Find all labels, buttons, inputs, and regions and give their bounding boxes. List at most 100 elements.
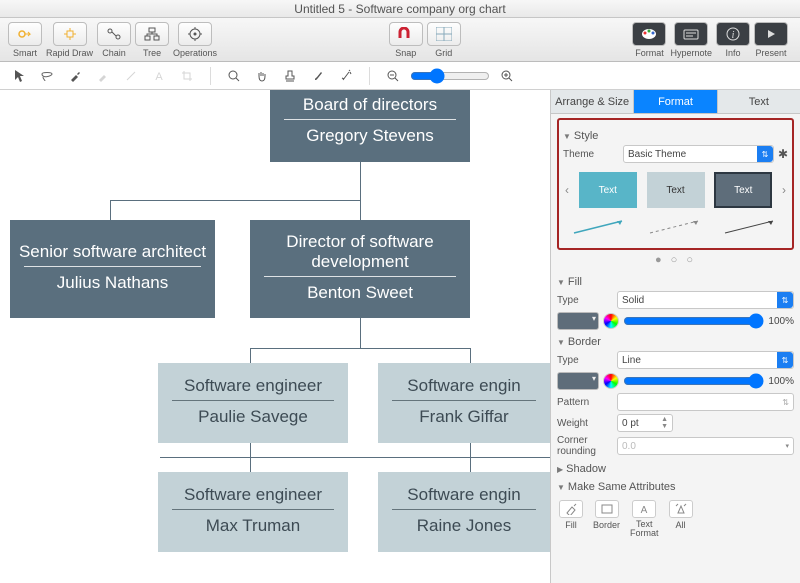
hand-tool-icon[interactable] bbox=[251, 66, 273, 86]
theme-label: Theme bbox=[563, 149, 619, 160]
connector bbox=[360, 162, 361, 200]
dropdown-caret-icon: ⇅ bbox=[777, 352, 793, 368]
stamp-tool-icon[interactable] bbox=[279, 66, 301, 86]
svg-text:A: A bbox=[641, 505, 648, 515]
text-tool-icon[interactable]: A bbox=[148, 66, 170, 86]
border-type-label: Type bbox=[557, 355, 613, 366]
node-name: Gregory Stevens bbox=[270, 120, 470, 154]
page-dots[interactable]: ● ○ ○ bbox=[557, 250, 794, 270]
node-name: Julius Nathans bbox=[10, 267, 215, 301]
wand-tool-icon[interactable] bbox=[335, 66, 357, 86]
color-wheel-icon[interactable] bbox=[603, 373, 619, 389]
style-swatch-2[interactable]: Text bbox=[647, 172, 705, 208]
org-node-engineer[interactable]: Software engineer Paulie Savege bbox=[158, 363, 348, 443]
node-name: Max Truman bbox=[158, 510, 348, 544]
tab-text[interactable]: Text bbox=[718, 90, 800, 114]
connector bbox=[110, 200, 361, 201]
operations-tool[interactable]: Operations bbox=[171, 22, 219, 58]
svg-text:i: i bbox=[732, 30, 735, 41]
border-section-header[interactable]: ▼Border bbox=[557, 336, 794, 348]
present-label: Present bbox=[755, 48, 786, 58]
tab-arrange[interactable]: Arrange & Size bbox=[551, 90, 634, 114]
lasso-tool-icon[interactable] bbox=[36, 66, 58, 86]
pattern-label: Pattern bbox=[557, 397, 613, 408]
org-node-director[interactable]: Director of software development Benton … bbox=[250, 220, 470, 318]
zoom-slider[interactable] bbox=[410, 68, 490, 84]
style-section-header[interactable]: ▼Style bbox=[563, 130, 788, 142]
format-panel-button[interactable]: Format bbox=[630, 22, 668, 58]
line-tool-icon[interactable] bbox=[120, 66, 142, 86]
chevron-right-icon[interactable]: › bbox=[782, 183, 786, 197]
arrow-style-3[interactable] bbox=[716, 216, 786, 238]
node-name: Raine Jones bbox=[378, 510, 550, 544]
org-node-board[interactable]: Board of directors Gregory Stevens bbox=[270, 90, 470, 162]
node-title: Software engin bbox=[378, 372, 550, 400]
main-toolbar: Smart Rapid Draw Chain Tree Operations S… bbox=[0, 18, 800, 62]
canvas[interactable]: Board of directors Gregory Stevens Senio… bbox=[0, 90, 550, 583]
snap-tool[interactable]: Snap bbox=[387, 22, 425, 58]
chain-tool[interactable]: Chain bbox=[95, 22, 133, 58]
node-name: Benton Sweet bbox=[250, 277, 470, 311]
disclosure-triangle-icon: ▼ bbox=[563, 132, 571, 141]
weight-stepper[interactable]: 0 pt▲▼ bbox=[617, 414, 673, 432]
msa-section-header[interactable]: ▼Make Same Attributes bbox=[557, 481, 794, 493]
tree-tool[interactable]: Tree bbox=[133, 22, 171, 58]
info-label: Info bbox=[725, 48, 740, 58]
msa-all-button[interactable]: All bbox=[669, 500, 693, 538]
border-opacity-slider[interactable] bbox=[623, 373, 764, 389]
node-name: Frank Giffar bbox=[378, 401, 550, 435]
rapid-draw-tool[interactable]: Rapid Draw bbox=[44, 22, 95, 58]
style-swatch-1[interactable]: Text bbox=[579, 172, 637, 208]
msa-border-button[interactable]: Border bbox=[593, 500, 620, 538]
fill-section-header[interactable]: ▼Fill bbox=[557, 276, 794, 288]
present-button[interactable]: Present bbox=[752, 22, 790, 58]
node-title: Board of directors bbox=[270, 91, 470, 119]
gear-icon[interactable]: ✱ bbox=[778, 147, 788, 161]
arrow-style-2[interactable] bbox=[641, 216, 711, 238]
arrow-style-1[interactable] bbox=[565, 216, 635, 238]
zoom-out-icon[interactable] bbox=[382, 66, 404, 86]
fill-opacity-slider[interactable] bbox=[623, 313, 764, 329]
border-color-chip[interactable] bbox=[557, 372, 599, 390]
eyedropper-icon[interactable] bbox=[64, 66, 86, 86]
org-node-engineer[interactable]: Software engineer Max Truman bbox=[158, 472, 348, 552]
disclosure-triangle-icon: ▼ bbox=[557, 278, 565, 287]
window-title: Untitled 5 - Software company org chart bbox=[0, 0, 800, 18]
org-node-engineer[interactable]: Software engin Frank Giffar bbox=[378, 363, 550, 443]
org-node-engineer[interactable]: Software engin Raine Jones bbox=[378, 472, 550, 552]
smart-tool[interactable]: Smart bbox=[6, 22, 44, 58]
tab-format[interactable]: Format bbox=[634, 90, 717, 114]
chevron-left-icon[interactable]: ‹ bbox=[565, 183, 569, 197]
hypernote-button[interactable]: Hypernote bbox=[668, 22, 714, 58]
fill-color-chip[interactable] bbox=[557, 312, 599, 330]
snap-label: Snap bbox=[395, 48, 416, 58]
grid-tool[interactable]: Grid bbox=[425, 22, 463, 58]
crop-tool-icon[interactable] bbox=[176, 66, 198, 86]
color-wheel-icon[interactable] bbox=[603, 313, 619, 329]
zoom-in-icon[interactable] bbox=[496, 66, 518, 86]
style-section-highlight: ▼Style Theme Basic Theme⇅ ✱ ‹ Text Text … bbox=[557, 118, 794, 250]
disclosure-triangle-icon: ▶ bbox=[557, 465, 563, 474]
node-title: Software engineer bbox=[158, 372, 348, 400]
grid-label: Grid bbox=[435, 48, 452, 58]
operations-label: Operations bbox=[173, 48, 217, 58]
fill-tool-icon[interactable] bbox=[92, 66, 114, 86]
border-type-select[interactable]: Line⇅ bbox=[617, 351, 794, 369]
brush-tool-icon[interactable] bbox=[307, 66, 329, 86]
theme-select[interactable]: Basic Theme⇅ bbox=[623, 145, 774, 163]
info-button[interactable]: i Info bbox=[714, 22, 752, 58]
fill-type-select[interactable]: Solid⇅ bbox=[617, 291, 794, 309]
msa-fill-button[interactable]: Fill bbox=[559, 500, 583, 538]
fill-opacity-value: 100% bbox=[768, 316, 794, 327]
shadow-section-header[interactable]: ▶Shadow bbox=[557, 463, 794, 475]
zoom-tool-icon[interactable] bbox=[223, 66, 245, 86]
tree-label: Tree bbox=[143, 48, 161, 58]
connector bbox=[160, 457, 550, 458]
org-node-architect[interactable]: Senior software architect Julius Nathans bbox=[10, 220, 215, 318]
pattern-select[interactable]: ⇅ bbox=[617, 393, 794, 411]
format-label: Format bbox=[635, 48, 664, 58]
msa-textformat-button[interactable]: AText Format bbox=[630, 500, 659, 538]
border-opacity-value: 100% bbox=[768, 376, 794, 387]
pointer-tool-icon[interactable] bbox=[8, 66, 30, 86]
style-swatch-3[interactable]: Text bbox=[714, 172, 772, 208]
